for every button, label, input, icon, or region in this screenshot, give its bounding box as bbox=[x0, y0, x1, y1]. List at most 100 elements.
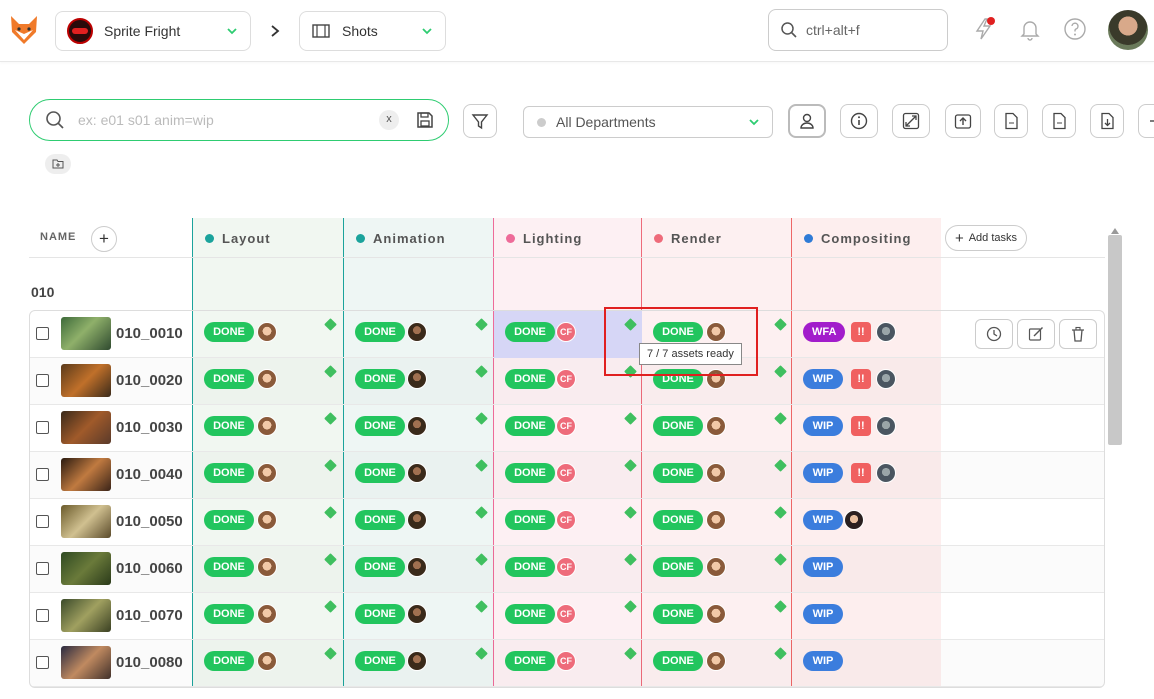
status-badge[interactable]: DONE bbox=[653, 557, 703, 577]
render-task-cell[interactable]: DONE bbox=[642, 452, 792, 499]
shot-name[interactable]: 010_0040 bbox=[116, 466, 183, 483]
assignment-view-button[interactable] bbox=[788, 104, 826, 138]
lightning-icon[interactable] bbox=[972, 17, 996, 41]
export-button[interactable] bbox=[1090, 104, 1124, 138]
status-badge[interactable]: DONE bbox=[204, 510, 254, 530]
shot-name[interactable]: 010_0060 bbox=[116, 560, 183, 577]
shot-name[interactable]: 010_0010 bbox=[116, 325, 183, 342]
shot-thumbnail[interactable] bbox=[61, 646, 111, 679]
render-task-cell[interactable]: DONE bbox=[642, 640, 792, 687]
row-checkbox[interactable] bbox=[36, 562, 49, 575]
compositing-task-cell[interactable]: WIP bbox=[792, 640, 942, 687]
more-button[interactable] bbox=[1138, 104, 1154, 138]
history-button[interactable] bbox=[975, 319, 1013, 349]
lighting-task-cell[interactable]: DONE CF bbox=[494, 546, 642, 593]
status-badge[interactable]: WIP bbox=[803, 651, 843, 671]
render-task-cell[interactable]: DONE bbox=[642, 405, 792, 452]
save-search-icon[interactable] bbox=[416, 111, 434, 129]
expand-button[interactable] bbox=[892, 104, 930, 138]
shot-name[interactable]: 010_0030 bbox=[116, 419, 183, 436]
layout-task-cell[interactable]: DONE bbox=[193, 452, 344, 499]
import-edl-button[interactable] bbox=[994, 104, 1028, 138]
shot-name[interactable]: 010_0080 bbox=[116, 654, 183, 671]
status-badge[interactable]: DONE bbox=[355, 604, 405, 624]
layout-task-cell[interactable]: DONE bbox=[193, 499, 344, 546]
add-folder-button[interactable] bbox=[45, 154, 71, 174]
status-badge[interactable]: DONE bbox=[505, 510, 555, 530]
status-badge[interactable]: DONE bbox=[204, 557, 254, 577]
render-task-cell[interactable]: DONE bbox=[642, 499, 792, 546]
animation-task-cell[interactable]: DONE bbox=[344, 358, 494, 405]
render-task-cell[interactable]: DONE bbox=[642, 593, 792, 640]
lighting-task-cell[interactable]: DONE CF bbox=[494, 499, 642, 546]
row-checkbox[interactable] bbox=[36, 374, 49, 387]
animation-task-cell[interactable]: DONE bbox=[344, 593, 494, 640]
compositing-task-cell[interactable]: WIP bbox=[792, 593, 942, 640]
status-badge[interactable]: WFA bbox=[803, 322, 846, 342]
status-badge[interactable]: DONE bbox=[653, 510, 703, 530]
animation-task-cell[interactable]: DONE bbox=[344, 546, 494, 593]
status-badge[interactable]: DONE bbox=[505, 463, 555, 483]
row-checkbox[interactable] bbox=[36, 609, 49, 622]
lighting-task-cell[interactable]: DONE CF bbox=[494, 640, 642, 687]
compositing-task-cell[interactable]: WFA!! bbox=[792, 311, 942, 358]
layout-task-cell[interactable]: DONE bbox=[193, 311, 344, 358]
upload-button[interactable] bbox=[945, 104, 981, 138]
name-header[interactable]: NAME bbox=[40, 231, 76, 243]
help-icon[interactable] bbox=[1063, 17, 1087, 41]
status-badge[interactable]: DONE bbox=[505, 416, 555, 436]
row-checkbox[interactable] bbox=[36, 327, 49, 340]
header-animation[interactable]: Animation bbox=[343, 218, 446, 258]
status-badge[interactable]: DONE bbox=[204, 322, 254, 342]
shot-thumbnail[interactable] bbox=[61, 317, 111, 350]
layout-task-cell[interactable]: DONE bbox=[193, 546, 344, 593]
department-selector[interactable]: All Departments bbox=[523, 106, 773, 138]
clear-search-button[interactable]: x bbox=[379, 110, 399, 130]
row-checkbox[interactable] bbox=[36, 515, 49, 528]
edit-button[interactable] bbox=[1017, 319, 1055, 349]
status-badge[interactable]: DONE bbox=[505, 322, 555, 342]
animation-task-cell[interactable]: DONE bbox=[344, 452, 494, 499]
status-badge[interactable]: WIP bbox=[803, 557, 843, 577]
shot-thumbnail[interactable] bbox=[61, 552, 111, 585]
status-badge[interactable]: DONE bbox=[204, 369, 254, 389]
status-badge[interactable]: WIP bbox=[803, 416, 843, 436]
animation-task-cell[interactable]: DONE bbox=[344, 640, 494, 687]
compositing-task-cell[interactable]: WIP bbox=[792, 499, 942, 546]
lighting-task-cell[interactable]: DONE CF bbox=[494, 593, 642, 640]
user-avatar[interactable] bbox=[1108, 10, 1148, 50]
scroll-up-icon[interactable] bbox=[1110, 222, 1120, 234]
render-task-cell[interactable]: DONE bbox=[642, 546, 792, 593]
status-badge[interactable]: DONE bbox=[355, 416, 405, 436]
shot-search-input[interactable] bbox=[78, 112, 358, 128]
compositing-task-cell[interactable]: WIP bbox=[792, 546, 942, 593]
row-checkbox[interactable] bbox=[36, 468, 49, 481]
table-row[interactable]: 010_0080 DONE DONE DONE CF DONE WIP bbox=[30, 640, 1104, 687]
vertical-scrollbar[interactable] bbox=[1108, 235, 1122, 445]
production-selector[interactable]: Sprite Fright bbox=[55, 11, 251, 51]
animation-task-cell[interactable]: DONE bbox=[344, 405, 494, 452]
add-column-button[interactable]: + bbox=[91, 226, 117, 252]
layout-task-cell[interactable]: DONE bbox=[193, 358, 344, 405]
shot-thumbnail[interactable] bbox=[61, 505, 111, 538]
import-csv-button[interactable] bbox=[1042, 104, 1076, 138]
shot-thumbnail[interactable] bbox=[61, 599, 111, 632]
shot-thumbnail[interactable] bbox=[61, 458, 111, 491]
info-button[interactable] bbox=[840, 104, 878, 138]
status-badge[interactable]: DONE bbox=[653, 604, 703, 624]
delete-button[interactable] bbox=[1059, 319, 1097, 349]
layout-task-cell[interactable]: DONE bbox=[193, 640, 344, 687]
header-layout[interactable]: Layout bbox=[192, 218, 271, 258]
add-tasks-button[interactable]: + Add tasks bbox=[945, 225, 1027, 251]
status-badge[interactable]: WIP bbox=[803, 604, 843, 624]
status-badge[interactable]: DONE bbox=[355, 369, 405, 389]
kitsu-fox-logo-icon[interactable] bbox=[9, 14, 39, 46]
filter-button[interactable] bbox=[463, 104, 497, 138]
status-badge[interactable]: DONE bbox=[653, 416, 703, 436]
status-badge[interactable]: DONE bbox=[355, 651, 405, 671]
layout-task-cell[interactable]: DONE bbox=[193, 405, 344, 452]
status-badge[interactable]: DONE bbox=[505, 369, 555, 389]
status-badge[interactable]: DONE bbox=[355, 322, 405, 342]
status-badge[interactable]: WIP bbox=[803, 510, 843, 530]
table-row[interactable]: 010_0050 DONE DONE DONE CF DONE WIP bbox=[30, 499, 1104, 546]
